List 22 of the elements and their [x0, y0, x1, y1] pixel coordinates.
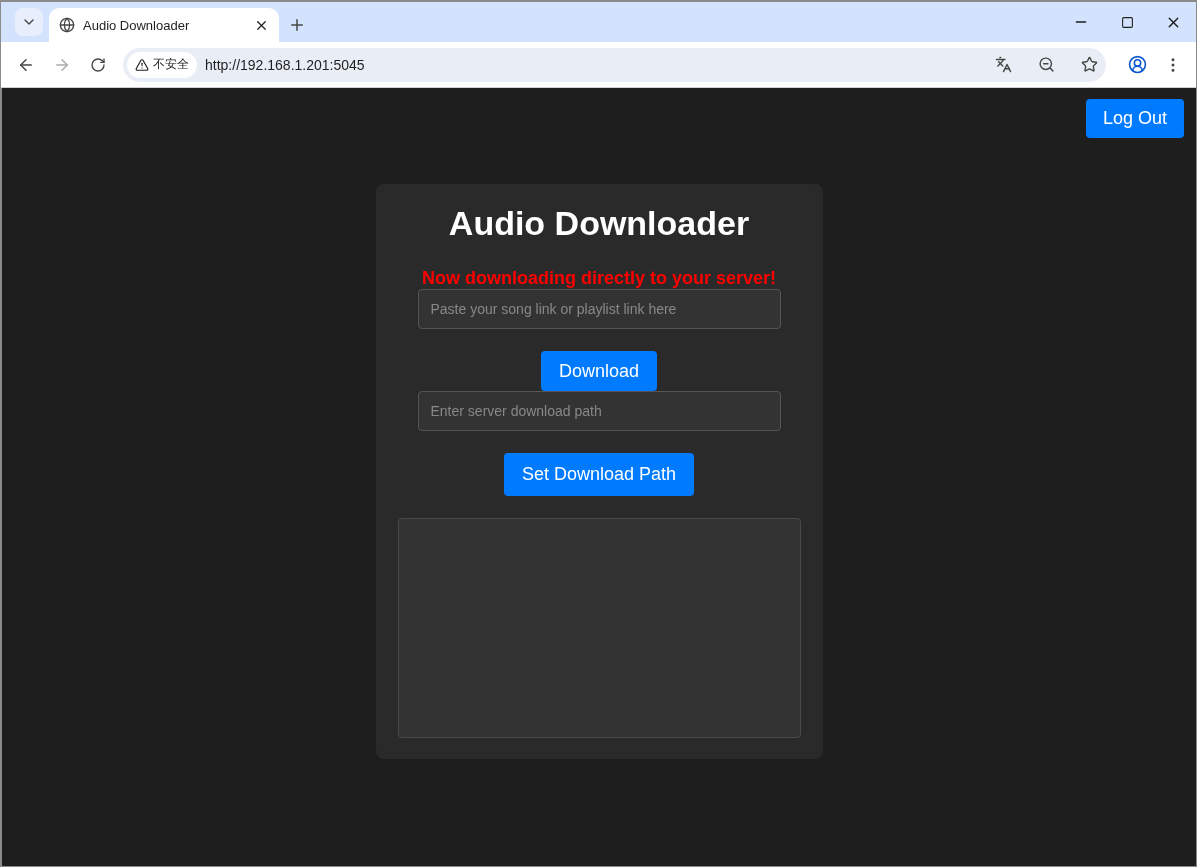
notice-text: Now downloading directly to your server! — [421, 268, 777, 289]
page-title: Audio Downloader — [448, 204, 750, 243]
download-button[interactable]: Download — [540, 351, 658, 391]
path-input-field[interactable]: Enter server download path — [417, 391, 781, 431]
profile-icon[interactable] — [1127, 55, 1147, 74]
translate-icon[interactable] — [995, 56, 1012, 73]
url-text: http://192.168.1.201:5045 — [205, 56, 366, 73]
link-input-field[interactable]: Paste your song link or playlist link here — [417, 289, 781, 329]
set-path-button[interactable]: Set Download Path — [503, 453, 695, 496]
warning-icon — [135, 57, 149, 72]
security-label: 不安全 — [153, 56, 189, 73]
zoom-out-icon[interactable] — [1038, 56, 1055, 73]
log-out-button[interactable]: Log Out — [1085, 99, 1184, 138]
reload-icon[interactable] — [90, 56, 106, 73]
star-icon[interactable] — [1081, 56, 1098, 73]
maximize-icon[interactable] — [1120, 15, 1134, 29]
tab-title: Audio Downloader — [83, 17, 191, 33]
address-bar[interactable]: 不安全 http://192.168.1.201:5045 — [123, 47, 1106, 82]
new-tab-icon[interactable] — [288, 16, 306, 34]
security-chip[interactable]: 不安全 — [127, 51, 197, 78]
globe-icon — [59, 17, 75, 33]
browser-tab[interactable]: Audio Downloader — [49, 8, 279, 42]
